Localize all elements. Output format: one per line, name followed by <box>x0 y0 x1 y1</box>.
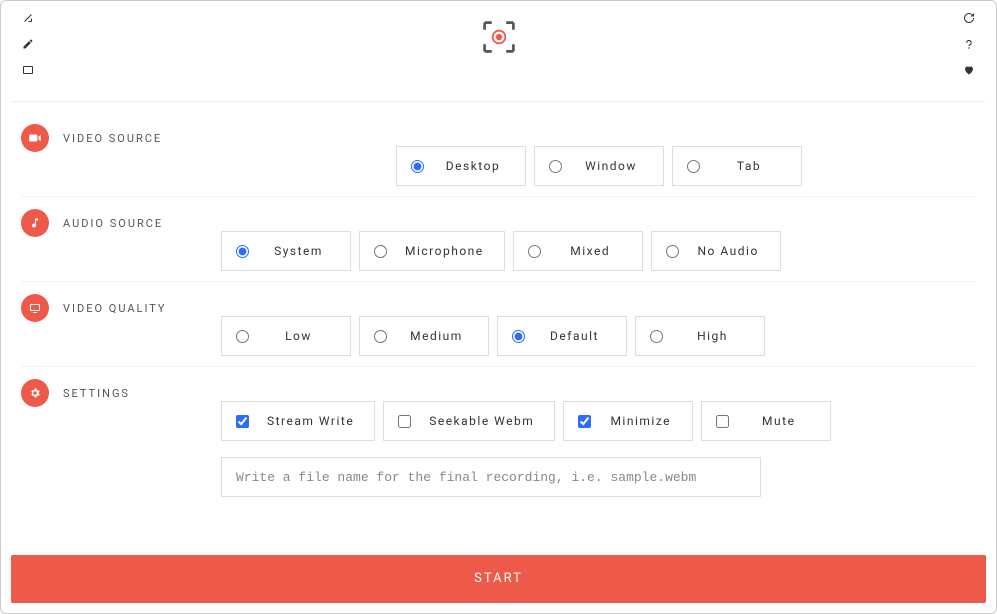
window-icon[interactable] <box>21 63 35 77</box>
section-label-video-quality: VIDEO QUALITY <box>21 292 221 322</box>
video-quality-options: Low Medium Default High <box>221 316 976 356</box>
option-low[interactable]: Low <box>221 316 351 356</box>
section-audio-source: AUDIO SOURCE System Microphone Mixed <box>21 196 976 281</box>
radio-low[interactable] <box>236 330 249 343</box>
option-label: Tab <box>718 159 787 173</box>
radio-mixed[interactable] <box>528 245 541 258</box>
section-video-source: VIDEO SOURCE Desktop Window Tab <box>21 112 976 196</box>
option-label: Stream Write <box>267 414 360 428</box>
audio-source-label: AUDIO SOURCE <box>63 217 163 230</box>
section-video-quality: VIDEO QUALITY Low Medium Default Hig <box>21 281 976 366</box>
radio-high[interactable] <box>650 330 663 343</box>
radio-system[interactable] <box>236 245 249 258</box>
section-label-audio-source: AUDIO SOURCE <box>21 207 221 237</box>
option-window[interactable]: Window <box>534 146 664 186</box>
filename-input[interactable] <box>221 457 761 497</box>
radio-tab[interactable] <box>687 160 700 173</box>
section-label-video-source: VIDEO SOURCE <box>21 122 221 152</box>
option-high[interactable]: High <box>635 316 765 356</box>
app-logo <box>481 19 517 55</box>
content: VIDEO SOURCE Desktop Window Tab <box>1 102 996 555</box>
video-source-label: VIDEO SOURCE <box>63 132 162 145</box>
option-label: Minimize <box>609 414 678 428</box>
option-mixed[interactable]: Mixed <box>513 231 643 271</box>
video-quality-label: VIDEO QUALITY <box>63 302 167 315</box>
topbar-left <box>21 11 35 77</box>
option-label: Low <box>267 329 336 343</box>
topbar <box>1 1 996 101</box>
check-stream-write[interactable]: Stream Write <box>221 401 375 441</box>
settings-options-wrap: Stream Write Seekable Webm Minimize Mute <box>221 377 976 497</box>
video-quality-options-wrap: Low Medium Default High <box>221 292 976 356</box>
start-button[interactable]: START <box>11 555 986 603</box>
option-label: System <box>267 244 336 258</box>
section-label-settings: SETTINGS <box>21 377 221 407</box>
option-default[interactable]: Default <box>497 316 627 356</box>
gear-icon <box>21 379 49 407</box>
settings-label: SETTINGS <box>63 387 130 400</box>
radio-microphone[interactable] <box>374 245 387 258</box>
pencil-icon[interactable] <box>21 37 35 51</box>
option-label: Mute <box>747 414 816 428</box>
settings-checks: Stream Write Seekable Webm Minimize Mute <box>221 401 976 441</box>
option-medium[interactable]: Medium <box>359 316 489 356</box>
audio-source-options-wrap: System Microphone Mixed No Audio <box>221 207 976 271</box>
option-microphone[interactable]: Microphone <box>359 231 505 271</box>
arrow-icon[interactable] <box>21 11 35 25</box>
option-label: Seekable Webm <box>429 414 540 428</box>
option-label: Microphone <box>405 244 490 258</box>
option-tab[interactable]: Tab <box>672 146 802 186</box>
refresh-icon[interactable] <box>962 11 976 25</box>
help-icon[interactable] <box>962 37 976 51</box>
radio-window[interactable] <box>549 160 562 173</box>
option-label: Medium <box>405 329 474 343</box>
option-label: Window <box>580 159 649 173</box>
radio-desktop[interactable] <box>411 160 424 173</box>
option-label: Default <box>543 329 612 343</box>
heart-icon[interactable] <box>962 63 976 77</box>
option-label: No Audio <box>697 244 766 258</box>
checkbox-minimize[interactable] <box>578 415 591 428</box>
check-minimize[interactable]: Minimize <box>563 401 693 441</box>
option-system[interactable]: System <box>221 231 351 271</box>
checkbox-seekable-webm[interactable] <box>398 415 411 428</box>
option-no-audio[interactable]: No Audio <box>651 231 781 271</box>
check-seekable-webm[interactable]: Seekable Webm <box>383 401 555 441</box>
section-settings: SETTINGS Stream Write Seekable Webm Mini… <box>21 366 976 507</box>
topbar-right <box>962 11 976 77</box>
option-label: Mixed <box>559 244 628 258</box>
checkbox-mute[interactable] <box>716 415 729 428</box>
audio-icon <box>21 209 49 237</box>
video-source-options-wrap: Desktop Window Tab <box>221 122 976 186</box>
radio-default[interactable] <box>512 330 525 343</box>
option-label: High <box>681 329 750 343</box>
radio-medium[interactable] <box>374 330 387 343</box>
checkbox-stream-write[interactable] <box>236 415 249 428</box>
video-source-options: Desktop Window Tab <box>221 146 976 186</box>
radio-no-audio[interactable] <box>666 245 679 258</box>
audio-source-options: System Microphone Mixed No Audio <box>221 231 976 271</box>
option-desktop[interactable]: Desktop <box>396 146 526 186</box>
quality-icon <box>21 294 49 322</box>
check-mute[interactable]: Mute <box>701 401 831 441</box>
option-label: Desktop <box>442 159 511 173</box>
video-icon <box>21 124 49 152</box>
